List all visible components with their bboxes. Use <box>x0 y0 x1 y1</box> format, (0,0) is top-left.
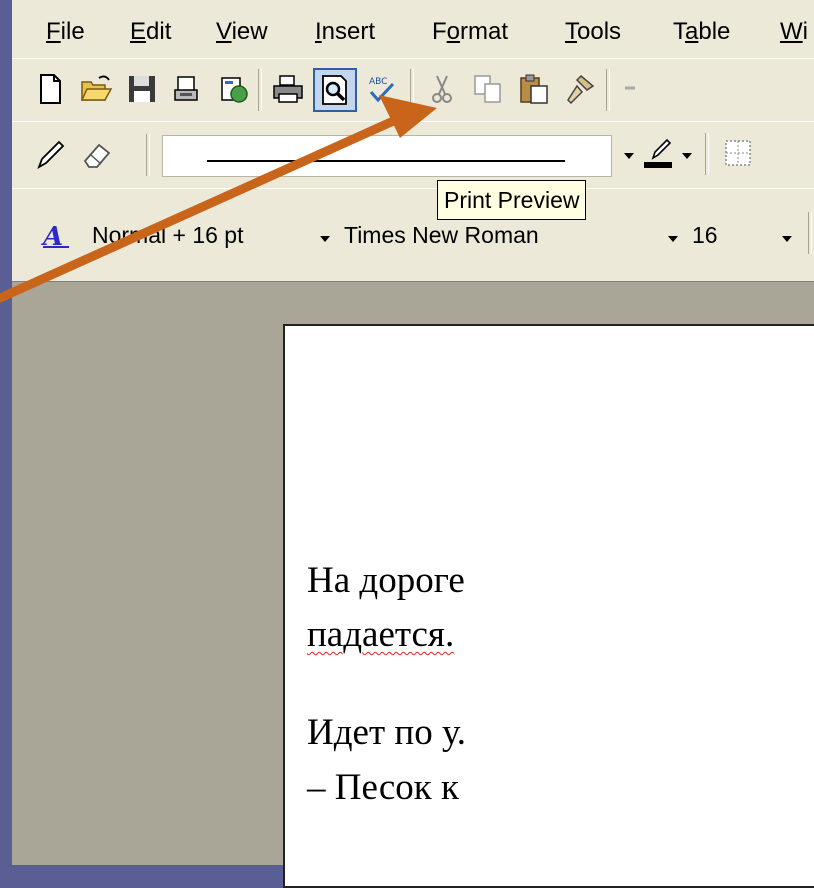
paste-icon[interactable] <box>516 71 552 107</box>
print-preview-icon <box>322 75 347 105</box>
line-color-chevron-down-icon[interactable] <box>682 153 692 159</box>
menu-window[interactable]: Wi <box>780 18 808 46</box>
copy-icon[interactable] <box>470 71 506 107</box>
document-line: – Песок к <box>307 767 459 808</box>
menu-view[interactable]: View <box>216 18 268 46</box>
font-size-box[interactable]: 16 <box>692 222 718 249</box>
style-chevron-down-icon[interactable] <box>320 236 330 242</box>
menu-bar: File Edit View Insert Format Tools Table… <box>12 0 814 58</box>
print-preview-button[interactable] <box>313 68 357 112</box>
document-page[interactable]: На дороге падается. Идет по у. – Песок к <box>283 324 814 888</box>
menu-insert[interactable]: Insert <box>315 18 375 46</box>
cut-icon[interactable] <box>424 71 460 107</box>
eraser-icon[interactable] <box>78 136 114 172</box>
save-icon[interactable] <box>124 71 160 107</box>
permission-icon[interactable] <box>170 71 206 107</box>
menu-table[interactable]: Table <box>673 18 730 46</box>
spelling-icon[interactable]: ABC <box>364 71 400 107</box>
font-chevron-down-icon[interactable] <box>668 236 678 242</box>
open-folder-icon[interactable] <box>78 71 114 107</box>
document-line: падается. <box>307 614 455 655</box>
style-icon[interactable]: A <box>38 218 74 254</box>
menu-edit[interactable]: Edit <box>130 18 171 46</box>
style-box[interactable]: Normal + 16 pt <box>92 222 244 249</box>
toolbar-separator <box>410 69 414 111</box>
line-color-icon[interactable] <box>640 135 676 171</box>
line-style-sample <box>207 160 565 162</box>
toolbar-separator <box>146 134 150 176</box>
menu-tools[interactable]: Tools <box>565 18 621 46</box>
line-style-chevron-down-icon[interactable] <box>624 153 634 159</box>
document-line: На дороге <box>307 560 465 601</box>
svg-text:ABC: ABC <box>369 77 387 87</box>
toolbar-separator <box>258 69 262 111</box>
format-painter-icon[interactable] <box>562 71 598 107</box>
standard-toolbar: ABC <box>12 58 814 122</box>
font-box[interactable]: Times New Roman <box>344 222 539 249</box>
menu-format[interactable]: Format <box>432 18 508 46</box>
undo-icon[interactable] <box>618 71 654 107</box>
document-line: Идет по у. <box>307 712 466 753</box>
menu-file[interactable]: File <box>46 18 85 46</box>
print-icon[interactable] <box>270 71 306 107</box>
line-style-dropdown[interactable] <box>162 135 612 177</box>
print-preview-tooltip: Print Preview <box>437 180 587 220</box>
pencil-icon[interactable] <box>32 136 68 172</box>
new-document-icon[interactable] <box>32 71 68 107</box>
toolbar-separator <box>808 212 812 254</box>
document-workspace: На дороге падается. Идет по у. – Песок к <box>12 281 814 888</box>
font-size-chevron-down-icon[interactable] <box>782 236 792 242</box>
email-icon[interactable] <box>216 71 252 107</box>
borders-icon[interactable] <box>720 135 756 171</box>
toolbar-separator <box>705 133 709 175</box>
toolbar-separator <box>606 69 610 111</box>
